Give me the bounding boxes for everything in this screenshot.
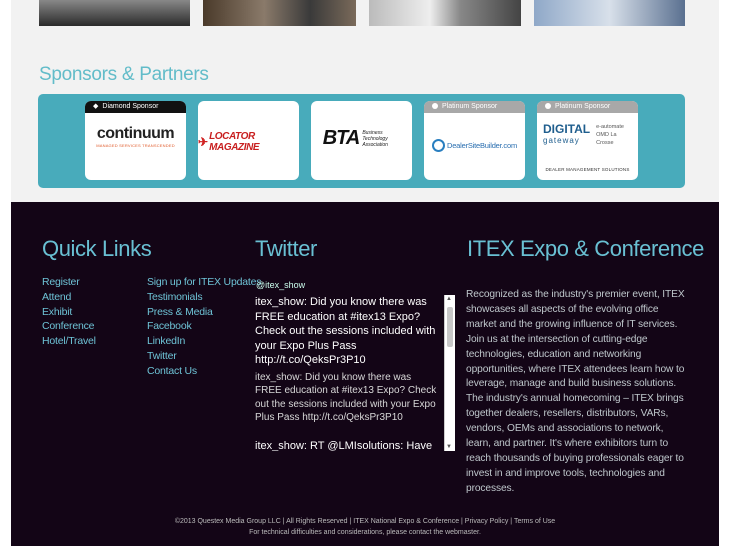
sponsor-tag: Platinum Sponsor <box>537 101 638 113</box>
sponsor-tag: Platinum Sponsor <box>424 101 525 113</box>
tweet-item[interactable]: itex_show: Did you know there was FREE e… <box>255 295 438 368</box>
thumbnail-image[interactable] <box>39 0 190 26</box>
quick-link-attend[interactable]: Attend <box>42 290 96 305</box>
thumbnail-image[interactable] <box>203 0 356 26</box>
tweet-item[interactable]: itex_show: Did you know there was FREE e… <box>255 371 438 425</box>
quick-link-exhibit[interactable]: Exhibit <box>42 305 96 320</box>
quick-link-conference[interactable]: Conference <box>42 319 96 334</box>
sponsor-tag: ◆ Diamond Sponsor <box>85 101 186 113</box>
quick-link-itex-updates[interactable]: Sign up for ITEX Updates <box>147 275 261 290</box>
sponsor-bar: ◆ Diamond Sponsor continuum MANAGED SERVI… <box>38 94 685 188</box>
quick-links-col2: Sign up for ITEX Updates Testimonials Pr… <box>147 275 261 379</box>
copyright-text: ©2013 Questex Media Group LLC | All Righ… <box>174 518 556 525</box>
scrollbar-thumb[interactable] <box>447 307 453 347</box>
quick-link-contact-us[interactable]: Contact Us <box>147 364 261 379</box>
twitter-feed[interactable]: itex_show: Did you know there was FREE e… <box>255 295 456 451</box>
about-title: ITEX Expo & Conference <box>467 236 704 261</box>
diamond-icon: ◆ <box>93 103 99 110</box>
webmaster-note: For technical difficulties and considera… <box>249 529 481 536</box>
locator-magazine-logo: ✈ LOCATOR MAGAZINE <box>198 131 260 153</box>
sponsor-card-digital-gateway[interactable]: Platinum Sponsor DIGITAL gateway e-autom… <box>537 101 638 180</box>
thumbnail-image[interactable] <box>369 0 521 26</box>
quick-link-press-media[interactable]: Press & Media <box>147 305 261 320</box>
thumbnail-strip <box>11 0 719 26</box>
thumbnail-image[interactable] <box>534 0 685 26</box>
digital-gateway-tagline: DEALER MANAGEMENT SOLUTIONS <box>545 167 630 172</box>
sponsor-card-bta[interactable]: BTA Business Technology Association <box>311 101 412 180</box>
site-footer: Quick Links Register Attend Exhibit Conf… <box>11 202 719 546</box>
scroll-down-icon[interactable]: ▼ <box>446 444 452 450</box>
scroll-up-icon[interactable]: ▲ <box>446 296 452 302</box>
page-container: Sponsors & Partners ◆ Diamond Sponsor con… <box>11 0 719 546</box>
twitter-handle[interactable]: @itex_show <box>256 280 305 290</box>
twitter-title: Twitter <box>255 236 317 261</box>
sponsor-card-dealersitebuilder[interactable]: Platinum Sponsor DealerSiteBuilder.com <box>424 101 525 180</box>
bta-logo: BTA Business Technology Association <box>322 127 388 149</box>
sponsor-card-continuum[interactable]: ◆ Diamond Sponsor continuum MANAGED SERVI… <box>85 101 186 180</box>
quick-links-title: Quick Links <box>42 236 152 261</box>
quick-links-col1: Register Attend Exhibit Conference Hotel… <box>42 275 96 349</box>
quick-link-linkedin[interactable]: LinkedIn <box>147 334 261 349</box>
quick-link-facebook[interactable]: Facebook <box>147 319 261 334</box>
quick-link-testimonials[interactable]: Testimonials <box>147 290 261 305</box>
quick-link-register[interactable]: Register <box>42 275 96 290</box>
digital-gateway-logo: DIGITAL gateway e-automate OMD La Crosse <box>543 122 624 146</box>
quick-link-twitter[interactable]: Twitter <box>147 349 261 364</box>
continuum-logo: continuum MANAGED SERVICES TRANSCENDED <box>96 125 175 148</box>
sponsor-card-locator[interactable]: ✈ LOCATOR MAGAZINE <box>198 101 299 180</box>
about-text: Recognized as the industry's premier eve… <box>466 289 685 494</box>
dealersitebuilder-logo: DealerSiteBuilder.com <box>424 139 525 152</box>
twitter-scrollbar[interactable]: ▲ ▼ <box>444 295 455 451</box>
sponsors-title: Sponsors & Partners <box>39 64 209 85</box>
tweet-item[interactable]: itex_show: RT @LMIsolutions: Have you <box>255 439 438 452</box>
quick-link-hotel-travel[interactable]: Hotel/Travel <box>42 334 96 349</box>
